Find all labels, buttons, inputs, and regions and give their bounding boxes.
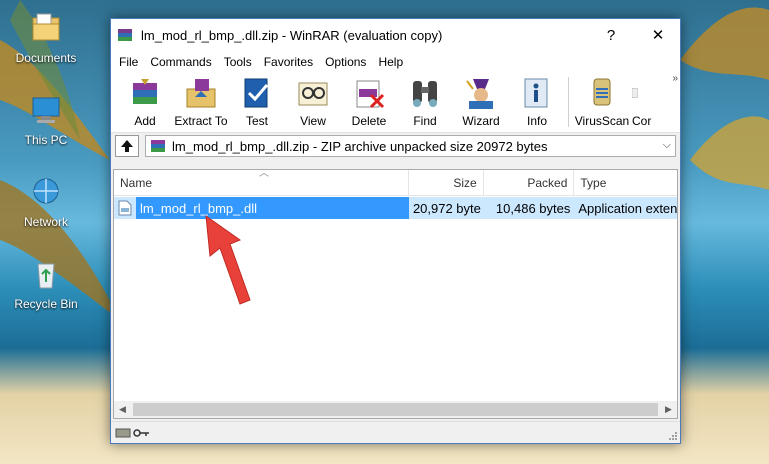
column-headers: ︿ Name Size Packed Type	[114, 168, 677, 196]
column-header-packed[interactable]: Packed	[484, 170, 575, 196]
column-header-size[interactable]: Size	[409, 170, 484, 196]
test-icon	[244, 78, 269, 108]
winrar-app-icon	[118, 29, 132, 41]
wizard-button[interactable]: Wizard	[453, 73, 509, 131]
up-folder-button[interactable]	[115, 135, 139, 157]
extract-to-icon	[186, 79, 216, 108]
toolbar: Add Extract To Test View Delete Find Wiz…	[111, 73, 680, 133]
comment-icon	[632, 88, 638, 98]
add-label: Add	[134, 114, 156, 128]
desktop-icon-label: Documents	[15, 51, 77, 65]
address-bar: lm_mod_rl_bmp_.dll.zip - ZIP archive unp…	[111, 133, 680, 159]
scroll-left-icon[interactable]: ◀	[114, 401, 131, 418]
desktop-icon-network[interactable]: Network	[4, 176, 88, 229]
dll-file-icon	[118, 200, 132, 216]
help-button[interactable]: ?	[589, 19, 633, 51]
info-label: Info	[526, 114, 547, 128]
extract-to-label: Extract To	[174, 114, 228, 128]
path-text: lm_mod_rl_bmp_.dll.zip - ZIP archive unp…	[172, 138, 548, 154]
table-row[interactable]: lm_mod_rl_bmp_.dll 20,972 byte 10,486 by…	[114, 197, 677, 219]
recycle-bin-icon	[37, 263, 55, 289]
add-button[interactable]: Add	[117, 73, 173, 131]
virusscan-button[interactable]: VirusScan	[572, 73, 632, 131]
file-type-cell: Application exten	[578, 200, 678, 216]
delete-button[interactable]: Delete	[341, 73, 397, 131]
desktop-icon-this-pc[interactable]: This PC	[4, 94, 88, 147]
horizontal-scrollbar[interactable]: ◀ ▶	[114, 401, 677, 418]
test-label: Test	[245, 114, 268, 128]
toolbar-overflow-chevron[interactable]: »	[672, 73, 678, 84]
find-icon	[413, 81, 437, 107]
documents-folder-icon	[32, 13, 60, 41]
desktop-icon-label: Recycle Bin	[14, 297, 78, 311]
info-icon	[524, 78, 548, 108]
menu-bar: File Commands Tools Favorites Options He…	[111, 51, 680, 73]
menu-tools[interactable]: Tools	[218, 55, 258, 69]
comment-label: Cor	[632, 114, 652, 128]
view-label: View	[300, 114, 326, 128]
file-name-cell[interactable]: lm_mod_rl_bmp_.dll	[135, 197, 409, 219]
title-bar[interactable]: lm_mod_rl_bmp_.dll.zip - WinRAR (evaluat…	[111, 19, 680, 51]
up-arrow-icon	[121, 140, 133, 152]
wizard-icon	[466, 79, 493, 109]
comment-button[interactable]: Cor	[632, 73, 662, 131]
path-dropdown[interactable]: lm_mod_rl_bmp_.dll.zip - ZIP archive unp…	[145, 135, 676, 157]
delete-label: Delete	[351, 114, 387, 128]
palm-leaves-right	[680, 7, 769, 190]
desktop-icon-recycle-bin[interactable]: Recycle Bin	[4, 258, 88, 311]
desktop-icon-documents[interactable]: Documents	[4, 12, 88, 65]
info-button[interactable]: Info	[509, 73, 565, 131]
drive-key-icon	[115, 428, 149, 437]
add-archive-icon	[133, 79, 157, 104]
winrar-window[interactable]: lm_mod_rl_bmp_.dll.zip - WinRAR (evaluat…	[110, 18, 681, 444]
file-packed-cell: 10,486 bytes	[495, 200, 571, 216]
window-title: lm_mod_rl_bmp_.dll.zip - WinRAR (evaluat…	[141, 27, 443, 43]
scroll-right-icon[interactable]: ▶	[660, 401, 677, 418]
toolbar-separator	[568, 77, 569, 127]
computer-icon	[32, 97, 60, 123]
wizard-label: Wizard	[462, 114, 500, 128]
virusscan-icon	[593, 78, 611, 106]
extract-to-button[interactable]: Extract To	[173, 73, 229, 131]
red-pointer-arrow	[205, 214, 251, 305]
desktop-icon-label: This PC	[24, 133, 68, 147]
chevron-down-icon[interactable]: ⌵	[663, 139, 671, 152]
find-button[interactable]: Find	[397, 73, 453, 131]
resize-grip-icon[interactable]	[668, 431, 678, 441]
menu-commands[interactable]: Commands	[144, 55, 217, 69]
column-header-type[interactable]: Type	[574, 170, 677, 196]
view-icon	[298, 82, 328, 106]
archive-icon	[151, 140, 165, 152]
network-icon	[33, 178, 59, 204]
virusscan-label: VirusScan	[574, 114, 630, 128]
test-button[interactable]: Test	[229, 73, 285, 131]
file-size-cell: 20,972 byte	[412, 200, 481, 216]
menu-file[interactable]: File	[113, 55, 144, 69]
find-label: Find	[413, 114, 437, 128]
status-bar	[111, 421, 680, 443]
menu-options[interactable]: Options	[319, 55, 372, 69]
desktop-icon-label: Network	[23, 215, 68, 229]
close-button[interactable]: ✕	[636, 19, 680, 51]
file-list[interactable]: ︿ Name Size Packed Type lm_mod_rl_bmp_.d…	[113, 168, 678, 419]
delete-icon	[356, 80, 385, 109]
menu-favorites[interactable]: Favorites	[258, 55, 319, 69]
view-button[interactable]: View	[285, 73, 341, 131]
menu-help[interactable]: Help	[372, 55, 409, 69]
sort-indicator-icon: ︿	[259, 168, 269, 179]
scrollbar-thumb[interactable]	[133, 403, 658, 416]
